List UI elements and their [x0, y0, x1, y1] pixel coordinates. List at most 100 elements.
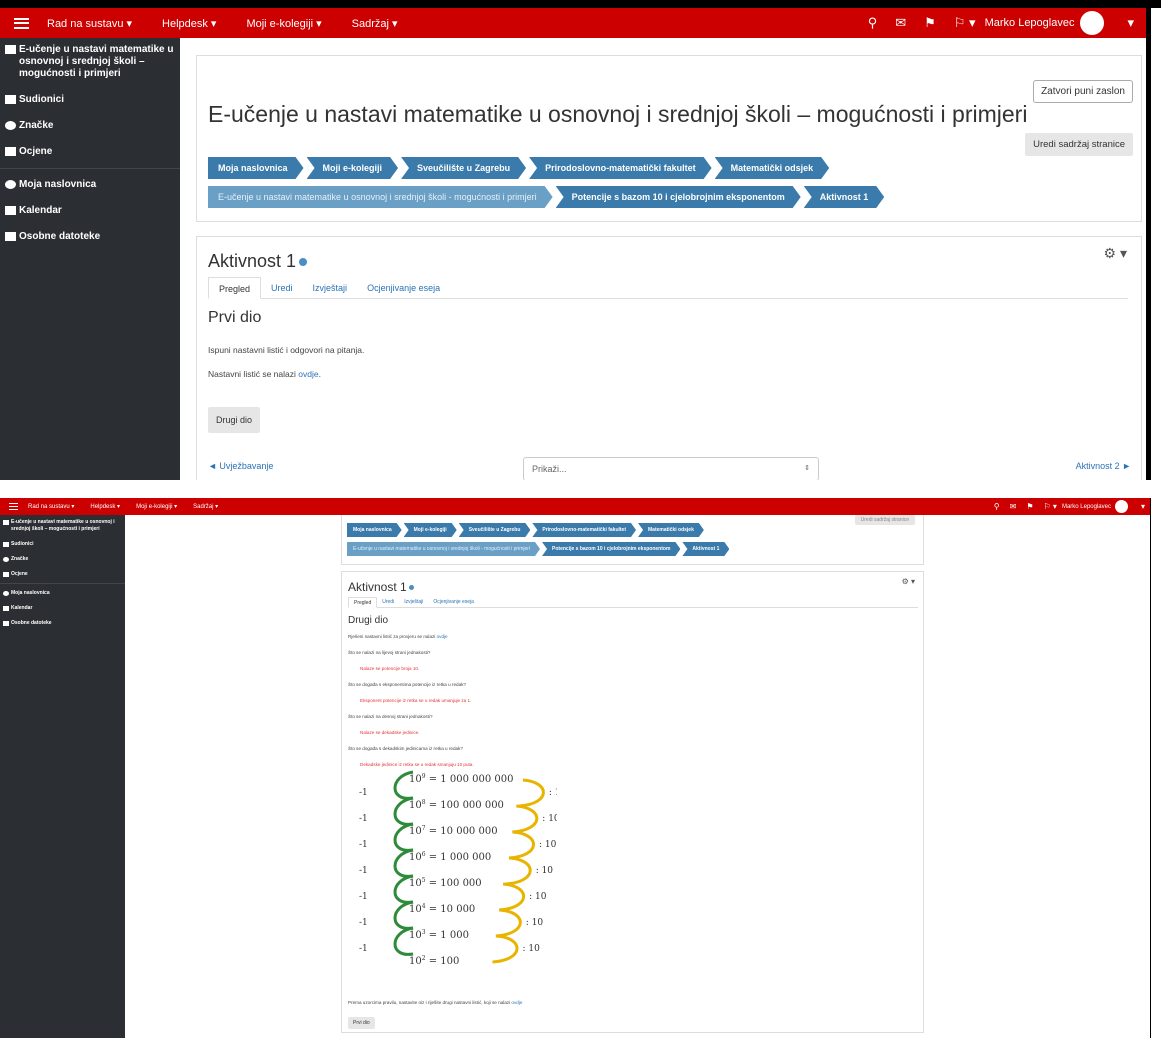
- grid-icon: [3, 520, 9, 525]
- envelope-icon[interactable]: ✉: [895, 15, 906, 31]
- powers-of-ten-spiral-figure: 109 = 1 000 000 000 -1: 10 108 = 100 000 0…: [359, 770, 557, 967]
- previous-activity-link[interactable]: ◄ Uvježbavanje: [208, 461, 273, 471]
- nav-helpdesk[interactable]: Helpdesk ▾: [90, 503, 120, 510]
- flag-icon[interactable]: ⚐ ▾: [1044, 502, 1057, 511]
- sidebar-item-osobne-datoteke[interactable]: Osobne datoteke: [3, 620, 122, 627]
- instruction-text: Ispuni nastavni listić i odgovori na pit…: [208, 345, 365, 355]
- sidebar-item-osobne-datoteke[interactable]: Osobne datoteke: [5, 231, 175, 243]
- avatar[interactable]: [1114, 500, 1128, 513]
- sidebar-item-sudionici[interactable]: Sudionici: [3, 541, 122, 548]
- search-icon[interactable]: ⚲: [868, 15, 878, 31]
- gear-icon[interactable]: ⚙ ▾: [1104, 245, 1127, 262]
- yellow-arc: [512, 804, 539, 834]
- previous-page-button[interactable]: Prvi dio: [348, 1017, 375, 1029]
- sidebar-item-moja-naslovnica[interactable]: Moja naslovnica: [5, 179, 175, 191]
- envelope-icon[interactable]: ✉: [1010, 502, 1017, 511]
- tab-uredi[interactable]: Uredi: [261, 277, 303, 298]
- gear-icon[interactable]: ⚙ ▾: [902, 577, 915, 586]
- sidebar-item-course[interactable]: E-učenje u nastavi matematike u osnovnoj…: [3, 519, 122, 533]
- breadcrumb-item[interactable]: Aktivnost 1: [682, 542, 729, 556]
- tab-pregled[interactable]: Pregled: [208, 277, 262, 299]
- activity-title-text: Aktivnost 1: [208, 251, 297, 271]
- power-equation: 102 = 100: [409, 955, 459, 967]
- page-header: Uredi sadržaj stranice Moja naslovnica M…: [341, 515, 924, 565]
- bell-icon[interactable]: ⚑: [924, 15, 936, 31]
- sidebar-item-ocjene[interactable]: Ocjene: [5, 146, 175, 158]
- caret-down-icon[interactable]: ▾: [1127, 15, 1134, 31]
- nav-sadrzaj[interactable]: Sadržaj ▾: [352, 17, 398, 30]
- minus-one-label: -1: [359, 840, 368, 850]
- breadcrumb-item[interactable]: Matematički odsjek: [715, 157, 830, 179]
- next-page-button[interactable]: Drugi dio: [208, 407, 261, 433]
- breadcrumb-item[interactable]: Moji e-kolegiji: [404, 523, 457, 537]
- sidebar-item-kalendar[interactable]: Kalendar: [5, 205, 175, 217]
- sidebar-item-moja-naslovnica[interactable]: Moja naslovnica: [3, 590, 122, 597]
- sidebar-item-sudionici[interactable]: Sudionici: [5, 94, 175, 106]
- nav-moji-e-kolegiji[interactable]: Moji e-kolegiji ▾: [136, 503, 177, 510]
- avatar[interactable]: [1080, 11, 1105, 35]
- tab-ocjenjivanje-eseja[interactable]: Ocjenjivanje eseja: [357, 277, 450, 298]
- sidebar-item-label: Kalendar: [19, 205, 62, 216]
- edit-page-button[interactable]: Uredi sadržaj stranice: [1025, 133, 1133, 156]
- tab-pregled[interactable]: Pregled: [348, 597, 378, 608]
- nav-moji-e-kolegiji[interactable]: Moji e-kolegiji ▾: [246, 17, 321, 30]
- tab-izvjestaji[interactable]: Izvještaji: [303, 277, 358, 298]
- info-icon[interactable]: [408, 585, 414, 591]
- flag-icon[interactable]: ⚐ ▾: [954, 15, 976, 31]
- sidebar-item-label: Ocjene: [19, 146, 53, 157]
- breadcrumb-item[interactable]: Moja naslovnica: [347, 523, 402, 537]
- worksheet-link[interactable]: ovdje: [511, 1000, 522, 1005]
- page-header: Zatvori puni zaslon E-učenje u nastavi m…: [196, 55, 1142, 222]
- breadcrumb-item[interactable]: Prirodoslovno-matematički fakultet: [529, 157, 712, 179]
- sidebar-item-kalendar[interactable]: Kalendar: [3, 605, 122, 612]
- breadcrumb-item[interactable]: E-učenje u nastavi matematike u osnovnoj…: [208, 186, 553, 208]
- breadcrumb-item[interactable]: Potencije s bazom 10 i cjelobrojnim eksp…: [556, 186, 801, 208]
- yellow-arc: [498, 882, 526, 912]
- breadcrumb-item[interactable]: Aktivnost 1: [804, 186, 885, 208]
- search-icon[interactable]: ⚲: [994, 502, 1000, 511]
- tab-izvjestaji[interactable]: Izvještaji: [399, 597, 428, 607]
- tab-uredi[interactable]: Uredi: [377, 597, 399, 607]
- question-text: Što se nalazi na desnoj strani jednakost…: [348, 714, 433, 719]
- breadcrumb-item[interactable]: Moji e-kolegiji: [307, 157, 399, 179]
- jump-to-select[interactable]: Prikaži... ⇕: [523, 457, 819, 480]
- sidebar-item-label: Kalendar: [11, 605, 33, 611]
- breadcrumb-item[interactable]: Prirodoslovno-matematički fakultet: [532, 523, 636, 537]
- tab-ocjenjivanje-eseja[interactable]: Ocjenjivanje eseja: [428, 597, 479, 607]
- worksheet-link[interactable]: ovdje: [298, 369, 318, 379]
- next-activity-link[interactable]: Aktivnost 2 ►: [1076, 461, 1131, 471]
- page-title: E-učenje u nastavi matematike u osnovnoj…: [208, 101, 1028, 127]
- file-icon: [5, 232, 16, 241]
- sidebar-item-znacke[interactable]: Značke: [3, 556, 122, 563]
- info-icon[interactable]: [299, 258, 308, 267]
- breadcrumb-item[interactable]: Moja naslovnica: [208, 157, 304, 179]
- sidebar-item-label: Sudionici: [19, 94, 64, 105]
- hamburger-menu-icon[interactable]: [9, 503, 18, 510]
- nav-rad-na-sustavu[interactable]: Rad na sustavu ▾: [47, 17, 132, 30]
- fullscreen-toggle-button[interactable]: Zatvori puni zaslon: [1033, 80, 1133, 103]
- sidebar-item-ocjene[interactable]: Ocjene: [3, 571, 122, 578]
- edit-page-button[interactable]: Uredi sadržaj stranice: [854, 515, 915, 525]
- nav-helpdesk[interactable]: Helpdesk ▾: [162, 17, 216, 30]
- breadcrumb-item[interactable]: Sveučilište u Zagrebu: [401, 157, 526, 179]
- caret-down-icon[interactable]: ▾: [1141, 502, 1145, 511]
- answer-text: Nalaze se potencije broja 10.: [360, 666, 419, 671]
- sidebar-item-course[interactable]: E-učenje u nastavi matematike u osnovnoj…: [5, 44, 175, 80]
- breadcrumb-item[interactable]: Sveučilište u Zagrebu: [459, 523, 531, 537]
- breadcrumb-item[interactable]: E-učenje u nastavi matematike u osnovnoj…: [347, 542, 540, 556]
- table-icon: [5, 147, 16, 156]
- sidebar-item-znacke[interactable]: Značke: [5, 120, 175, 132]
- nav-rad-na-sustavu[interactable]: Rad na sustavu ▾: [28, 503, 74, 510]
- user-name[interactable]: Marko Lepoglavec: [1062, 504, 1111, 510]
- breadcrumb-item[interactable]: Matematički odsjek: [638, 523, 704, 537]
- yellow-arc: [495, 908, 522, 938]
- worksheet-text-suffix: .: [318, 369, 321, 379]
- breadcrumb-item[interactable]: Potencije s bazom 10 i cjelobrojnim eksp…: [542, 542, 680, 556]
- solution-link[interactable]: ovdje: [437, 634, 448, 639]
- users-icon: [5, 95, 16, 104]
- user-name[interactable]: Marko Lepoglavec: [985, 17, 1075, 29]
- hamburger-menu-icon[interactable]: [14, 17, 29, 29]
- bell-icon[interactable]: ⚑: [1026, 502, 1033, 511]
- minus-one-label: -1: [359, 788, 368, 798]
- nav-sadrzaj[interactable]: Sadržaj ▾: [193, 503, 218, 510]
